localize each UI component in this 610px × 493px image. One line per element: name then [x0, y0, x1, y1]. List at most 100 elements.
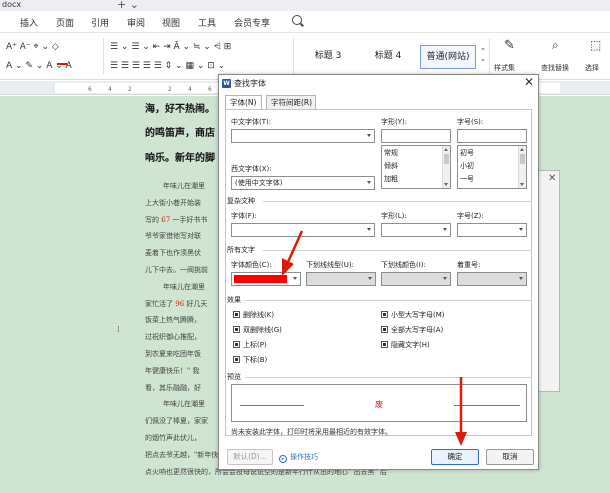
find-replace-button[interactable]: 查找替换 — [541, 63, 569, 73]
scroll-up-icon[interactable] — [520, 148, 524, 151]
default-button[interactable]: 默认(D)... — [227, 449, 273, 465]
list-item[interactable]: 倾斜 — [384, 161, 398, 171]
section-divider — [263, 201, 531, 202]
complex-font-label: 字体(F): — [231, 212, 257, 220]
ribbon-divider — [489, 38, 490, 74]
select-icon[interactable]: ⬚ — [590, 38, 601, 52]
underline-color-select[interactable] — [381, 272, 451, 286]
tab-character-spacing[interactable]: 字符间距(R) — [266, 95, 316, 110]
double-strikethrough-label: 双删除线(G) — [243, 326, 282, 334]
doc-body-line: 家忙活了 96 好几天 — [145, 299, 208, 308]
scroll-up-icon[interactable] — [444, 148, 448, 151]
scroll-thumb[interactable] — [520, 154, 525, 164]
menu-page[interactable]: 页面 — [56, 16, 74, 29]
double-strikethrough-checkbox[interactable]: 双删除线(G) — [233, 325, 282, 335]
scrollbar[interactable] — [518, 146, 526, 188]
checkbox-box[interactable] — [233, 356, 240, 363]
alignment-controls[interactable]: ☰ ☰ ☰ ☰ ☰ ⇕ ⌄ ▦ ⌄ ⊡ ⌄ — [110, 61, 225, 71]
tips-link[interactable]: ▸ 操作技巧 — [279, 452, 318, 463]
doc-body-line: 们佩没了棒夏，家家 — [145, 417, 208, 426]
hidden-text-checkbox[interactable]: 隐藏文字(H) — [381, 340, 430, 350]
style-heading-3[interactable]: 标题 3 — [300, 45, 356, 69]
find-replace-icon[interactable]: ⌕ — [552, 38, 559, 53]
chinese-font-select[interactable] — [231, 129, 375, 143]
menu-member[interactable]: 会员专享 — [234, 16, 270, 29]
menu-tools[interactable]: 工具 — [198, 16, 216, 29]
section-divider — [245, 377, 531, 378]
checkbox-box[interactable] — [381, 341, 388, 348]
menu-view[interactable]: 视图 — [162, 16, 180, 29]
underline-type-select[interactable] — [306, 272, 376, 286]
chevron-down-icon — [368, 277, 372, 280]
chinese-font-label: 中文字体(T): — [231, 118, 272, 126]
font-style-input[interactable] — [381, 129, 451, 143]
underline-color-label: 下划线颜色(I): — [381, 261, 426, 269]
object-anchor-icon[interactable]: ⁞ — [117, 325, 120, 335]
doc-body-line: 到农夏来吃团年饭 — [145, 350, 201, 358]
checkbox-box[interactable] — [381, 311, 388, 318]
preview-baseline — [454, 405, 520, 406]
paragraph-controls[interactable]: ☰ ⌄ ☰ ⌄ ⇤ ⇥ Ā ⌄ ≒ ⌄ ⩤ ⊞ — [110, 42, 231, 52]
close-icon[interactable]: ✕ — [524, 75, 534, 89]
font-size-input[interactable] — [457, 129, 527, 143]
cancel-button[interactable]: 取消 — [486, 449, 534, 465]
font-style-list[interactable]: 常规 倾斜 加粗 — [381, 145, 451, 189]
styles-scroll-icon[interactable]: ⌃ ⌄ — [480, 47, 486, 63]
font-size-list[interactable]: 初号 小初 一号 — [457, 145, 527, 189]
checkbox-box[interactable] — [381, 326, 388, 333]
select-button[interactable]: 选择 — [585, 63, 599, 73]
font-size-controls[interactable]: A⁺ A⁻ ⌖ ⌄ ◇ — [6, 42, 59, 52]
doc-body-line: 爷爷家借他写对联 — [145, 232, 201, 241]
complex-size-select[interactable] — [457, 223, 527, 237]
all-caps-checkbox[interactable]: 全部大写字母(A) — [381, 325, 443, 335]
small-caps-checkbox[interactable]: 小型大写字母(M) — [381, 310, 445, 320]
superscript-checkbox[interactable]: 上标(P) — [233, 340, 267, 350]
scroll-down-icon[interactable] — [444, 183, 448, 186]
hidden-text-label: 隐藏文字(H) — [391, 341, 430, 349]
western-font-select[interactable]: (使用中文字体) — [231, 176, 375, 190]
doc-body-line: 过祝织御心推配， — [145, 333, 201, 342]
scrollbar[interactable] — [442, 146, 450, 188]
checkbox-box[interactable] — [233, 311, 240, 318]
complex-font-select[interactable] — [231, 223, 375, 237]
list-item[interactable]: 小初 — [460, 161, 474, 171]
search-icon[interactable] — [292, 15, 302, 25]
style-set-button[interactable]: 样式集 — [494, 63, 515, 73]
list-item[interactable]: 初号 — [460, 148, 474, 158]
document-tab[interactable]: docx — [0, 0, 21, 11]
doc-body-line: 写的 67 一手好书书 — [145, 215, 208, 224]
menu-insert[interactable]: 插入 — [20, 16, 38, 29]
checkbox-box[interactable] — [233, 326, 240, 333]
font-color-indicator — [57, 63, 67, 65]
chevron-down-icon — [443, 228, 447, 231]
doc-bold-line: 的鸣笛声，商店 — [145, 128, 215, 139]
strikethrough-checkbox[interactable]: 删除线(K) — [233, 310, 274, 320]
small-caps-label: 小型大写字母(M) — [391, 311, 445, 319]
scroll-down-icon[interactable] — [520, 183, 524, 186]
menu-references[interactable]: 引用 — [91, 16, 109, 29]
menu-review[interactable]: 审阅 — [127, 16, 145, 29]
subscript-label: 下标(B) — [243, 356, 268, 364]
complex-style-select[interactable] — [381, 223, 451, 237]
list-item[interactable]: 常规 — [384, 148, 398, 158]
new-tab-button[interactable]: + ⌄ — [117, 0, 139, 11]
style-normal-web[interactable]: 普通(网站) — [420, 45, 476, 69]
tab-font[interactable]: 字体(N) — [225, 95, 262, 110]
font-color-select[interactable] — [231, 272, 301, 286]
style-heading-4[interactable]: 标题 4 — [360, 45, 416, 69]
emphasis-mark-select[interactable] — [457, 272, 527, 286]
effects-heading: 效果 — [227, 296, 241, 304]
ruler-number: 6 — [88, 86, 92, 93]
list-item[interactable]: 加粗 — [384, 174, 398, 184]
font-size-label: 字号(S): — [457, 118, 484, 126]
style-set-icon[interactable]: ✎ — [504, 38, 515, 53]
font-style-label: 字形(Y): — [381, 118, 408, 126]
checkbox-box[interactable] — [233, 341, 240, 348]
close-icon[interactable]: ✕ — [548, 173, 556, 184]
scroll-thumb[interactable] — [444, 154, 449, 164]
red-number: 96 — [175, 299, 185, 308]
ok-button[interactable]: 确定 — [431, 449, 479, 465]
dialog-title-bar[interactable]: W 查找字体 ✕ — [219, 75, 538, 92]
subscript-checkbox[interactable]: 下标(B) — [233, 355, 267, 365]
list-item[interactable]: 一号 — [460, 174, 474, 184]
